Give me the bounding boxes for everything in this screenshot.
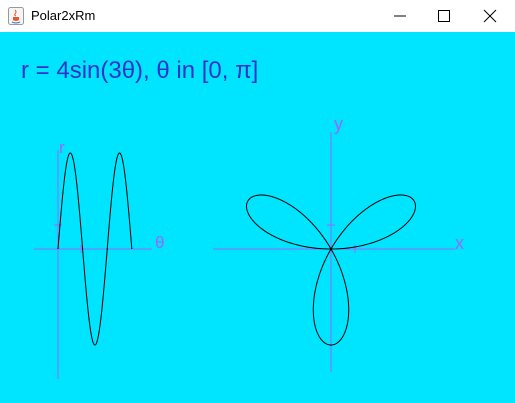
minimize-icon — [394, 15, 406, 17]
plot-area: θ r x y — [34, 114, 464, 379]
maximize-icon — [438, 10, 450, 22]
left-x-axis-label: θ — [155, 233, 164, 252]
maximize-button[interactable] — [421, 0, 467, 32]
right-y-axis-label: y — [334, 114, 343, 134]
window-title: Polar2xRm — [31, 8, 96, 23]
java-app-icon — [8, 7, 24, 25]
title-bar[interactable]: Polar2xRm — [0, 0, 515, 32]
plot-canvas: r = 4sin(3θ), θ in [0, π] θrxy — [0, 32, 515, 403]
left-y-axis-label: r — [59, 138, 65, 157]
right-x-axis-label: x — [455, 233, 464, 253]
minimize-button[interactable] — [377, 0, 423, 32]
close-button[interactable] — [467, 0, 513, 32]
app-window: Polar2xRm r = 4sin(3θ), θ in [0, π] θrxy — [0, 0, 515, 403]
close-icon — [483, 9, 497, 23]
